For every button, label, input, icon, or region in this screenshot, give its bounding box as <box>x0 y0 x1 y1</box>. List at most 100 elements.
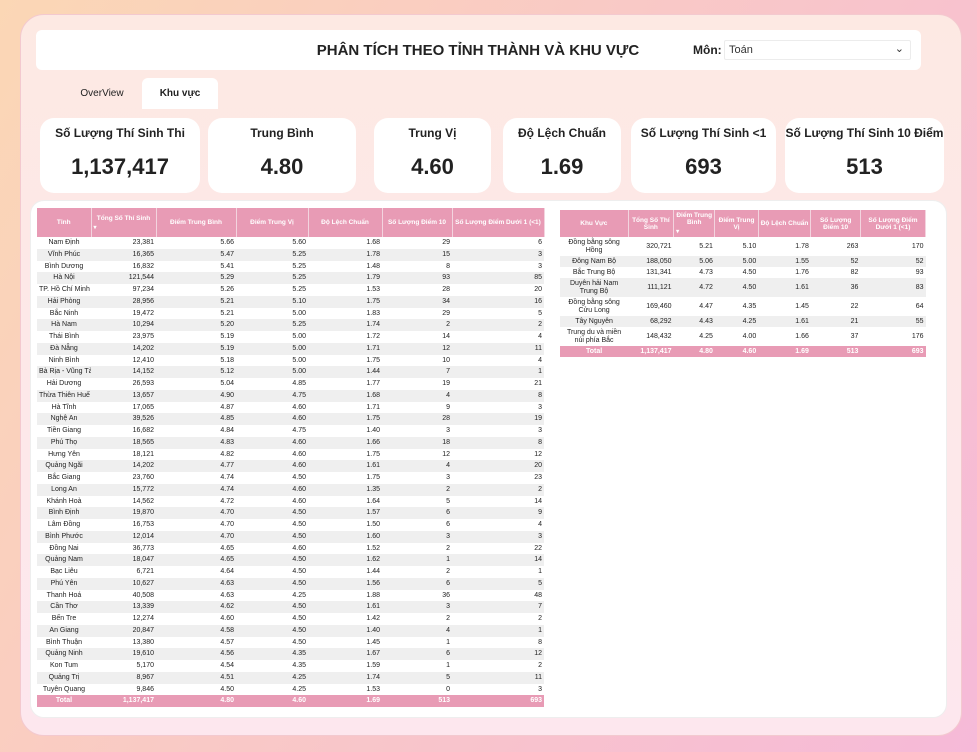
table-row[interactable]: Bình Phước 12,014 4.70 4.50 1.60 3 3 <box>37 530 544 543</box>
table-row[interactable]: Trung du và miền núi phía Bắc 148,432 4.25… <box>560 327 926 346</box>
table-row[interactable]: Tiền Giang 16,682 4.84 4.75 1.40 3 3 <box>37 425 544 437</box>
row-value-cell: 5.29 <box>156 272 236 284</box>
table-row[interactable]: Phú Yên 10,627 4.63 4.50 1.56 6 5 <box>37 577 544 590</box>
table-row[interactable]: Quảng Trị 8,967 4.51 4.25 1.74 5 11 <box>37 671 544 684</box>
table-row[interactable]: Hưng Yên 18,121 4.82 4.60 1.75 12 12 <box>37 449 544 461</box>
column-header[interactable]: Điểm Trung Bình <box>156 208 237 237</box>
subject-dropdown[interactable]: Toán ⌄ <box>724 40 911 60</box>
table-row[interactable]: Bình Dương 16,832 5.41 5.25 1.48 8 3 <box>37 261 544 273</box>
column-header-sorted[interactable]: Tổng Số Thí Sinh ▾ <box>91 208 157 237</box>
row-value-cell: 10,627 <box>91 577 156 590</box>
row-value-cell: 4.74 <box>220 474 234 481</box>
row-label-cell: Thái Bình <box>49 333 79 340</box>
table-row[interactable]: Nam Định 23,381 5.66 5.60 1.68 29 6 <box>37 237 544 249</box>
row-value-cell: 12,274 <box>132 615 154 622</box>
row-value-cell: 17,065 <box>132 403 154 411</box>
table-row[interactable]: Kon Tum 5,170 4.54 4.35 1.59 1 2 <box>37 660 544 672</box>
table-row[interactable]: Duyên hải Nam Trung Bộ 111,121 4.72 4.50 1.6… <box>560 278 926 297</box>
column-header[interactable]: Điểm Trung Vị <box>714 210 759 237</box>
row-value-cell: 1.83 <box>366 309 380 317</box>
row-value-cell: 14 <box>534 497 542 505</box>
table-row[interactable]: Hải Dương 26,593 5.04 4.85 1.77 19 21 <box>37 378 544 390</box>
table-row[interactable]: Bà Rịa - Vũng Tàu 14,152 5.12 5.00 1.44 7 1 <box>37 366 544 378</box>
row-value-cell: 12 <box>442 450 450 458</box>
row-value-cell: 1 <box>446 662 450 669</box>
row-value-cell: 18,121 <box>132 450 154 458</box>
table-row[interactable]: Tây Nguyên 68,292 4.43 4.25 1.61 21 55 <box>560 316 926 327</box>
table-row[interactable]: Hải Phòng 28,956 5.21 5.10 1.75 34 16 <box>37 295 544 308</box>
table-row[interactable]: Thừa Thiên Huế 13,657 4.90 4.75 1.68 4 8 <box>37 389 544 402</box>
table-row[interactable]: Đồng Nai 36,773 4.65 4.60 1.52 2 22 <box>37 543 544 555</box>
row-value-cell: 5 <box>452 577 544 590</box>
tab-overview[interactable]: OverView <box>66 78 138 109</box>
table-row[interactable]: Nghệ An 39,526 4.85 4.60 1.75 28 19 <box>37 413 544 425</box>
row-value-cell: 0 <box>446 685 450 693</box>
row-value-cell: 4.60 <box>292 544 306 552</box>
table-row[interactable]: Hà Nội 121,544 5.29 5.25 1.79 93 85 <box>37 272 544 284</box>
column-header[interactable]: Khu Vực <box>560 210 629 237</box>
table-row[interactable]: Khánh Hoà 14,562 4.72 4.60 1.64 5 14 <box>37 496 544 508</box>
row-value-cell: 14 <box>442 333 450 340</box>
column-header-sorted[interactable]: Điểm Trung Bình ▾ <box>673 210 716 237</box>
row-value-cell: 5,170 <box>136 662 154 669</box>
table-row[interactable]: Đà Nẵng 14,202 5.19 5.00 1.71 12 11 <box>37 342 544 355</box>
table-row[interactable]: Phú Thọ 18,565 4.83 4.60 1.66 18 8 <box>37 436 544 449</box>
row-value-cell: 3 <box>382 601 452 613</box>
row-value-cell: 9 <box>446 403 450 411</box>
row-value-cell: 1.78 <box>308 248 382 261</box>
table-row[interactable]: Long An 15,772 4.74 4.60 1.35 2 2 <box>37 483 544 496</box>
table-row[interactable]: Bình Định 19,870 4.70 4.50 1.57 6 9 <box>37 507 544 519</box>
row-value-cell: 4 <box>382 624 452 637</box>
tab-khu-vuc[interactable]: Khu vực <box>142 78 218 109</box>
table-row[interactable]: Bình Thuận 13,380 4.57 4.50 1.45 1 8 <box>37 637 544 649</box>
table-row[interactable]: Quảng Ngãi 14,202 4.77 4.60 1.61 4 20 <box>37 460 544 472</box>
row-value-cell: 14,562 <box>132 497 154 505</box>
table-row[interactable]: Đông Nam Bộ 188,050 5.06 5.00 1.55 52 52 <box>560 256 926 267</box>
table-row[interactable]: An Giang 20,847 4.58 4.50 1.40 4 1 <box>37 624 544 637</box>
column-header[interactable]: Độ Lệch Chuẩn <box>308 208 383 237</box>
row-value-cell: 5 <box>446 497 450 505</box>
table-row[interactable]: Bắc Trung Bộ 131,341 4.73 4.50 1.76 82 93 <box>560 267 926 278</box>
row-label-cell: Hải Dương <box>46 380 82 387</box>
table-row[interactable]: Hà Nam 10,294 5.20 5.25 1.74 2 2 <box>37 319 544 331</box>
table-row[interactable]: Cần Thơ 13,339 4.62 4.50 1.61 3 7 <box>37 601 544 613</box>
table-row[interactable]: Đồng bằng sông Hồng 320,721 5.21 5.10 1.78 26… <box>560 237 926 256</box>
table-row[interactable]: Bạc Liêu 6,721 4.64 4.50 1.44 2 1 <box>37 566 544 578</box>
table-row[interactable]: Bến Tre 12,274 4.60 4.50 1.42 2 2 <box>37 613 544 625</box>
column-header[interactable]: Số Lượng Điểm Dưới 1 (<1) <box>860 210 927 237</box>
table-row[interactable]: TP. Hồ Chí Minh 97,234 5.26 5.25 1.53 28 20 <box>37 284 544 296</box>
row-value-cell: 4.72 <box>673 278 715 297</box>
table-row[interactable]: Đồng bằng sông Cửu Long 169,460 4.47 4.35 1.… <box>560 297 926 316</box>
column-header[interactable]: Số Lượng Điểm 10 <box>382 208 453 237</box>
table-row[interactable]: Tuyên Quang 9,846 4.50 4.25 1.53 0 3 <box>37 684 544 696</box>
table-row[interactable]: Lâm Đồng 16,753 4.70 4.50 1.50 6 4 <box>37 519 544 531</box>
table-row[interactable]: Bắc Ninh 19,472 5.21 5.00 1.83 29 5 <box>37 308 544 320</box>
column-header[interactable]: Tỉnh <box>37 208 92 237</box>
row-value-cell: 18,565 <box>91 436 156 449</box>
row-label-cell: Phú Thọ <box>37 436 91 449</box>
column-header[interactable]: Số Lượng Điểm Dưới 1 (<1) <box>452 208 545 237</box>
table-row[interactable]: Thái Bình 23,975 5.19 5.00 1.72 14 4 <box>37 331 544 343</box>
table-row[interactable]: Thanh Hoá 40,508 4.63 4.25 1.88 36 48 <box>37 590 544 602</box>
table-row[interactable]: Ninh Bình 12,410 5.18 5.00 1.75 10 4 <box>37 355 544 367</box>
column-header[interactable]: Độ Lệch Chuẩn <box>758 210 812 237</box>
row-value-cell: 5.19 <box>156 342 236 355</box>
row-value-cell: 4.50 <box>292 615 306 622</box>
kpi-card-ten-points: Số Lượng Thí Sinh 10 Điểm 513 <box>785 118 944 193</box>
row-value-cell: 4.75 <box>292 427 306 434</box>
row-label-cell: Bắc Giang <box>47 474 81 481</box>
table-row[interactable]: Quảng Ninh 19,610 4.56 4.35 1.67 6 12 <box>37 648 544 660</box>
column-header[interactable]: Số Lượng Điểm 10 <box>810 210 861 237</box>
table-row[interactable]: Hà Tĩnh 17,065 4.87 4.60 1.71 9 3 <box>37 402 544 414</box>
column-header[interactable]: Điểm Trung Vị <box>236 208 309 237</box>
row-value-cell: 4.72 <box>220 497 234 505</box>
table-row[interactable]: Vĩnh Phúc 16,365 5.47 5.25 1.78 15 3 <box>37 248 544 261</box>
row-value-cell: 93 <box>382 272 452 284</box>
column-header[interactable]: Tổng Số Thí Sinh <box>628 210 675 237</box>
table-row[interactable]: Bắc Giang 23,760 4.74 4.50 1.75 3 23 <box>37 472 544 484</box>
row-value-cell: 1.59 <box>366 662 380 669</box>
row-value-cell: 4.56 <box>156 648 236 660</box>
row-label-cell: Tiền Giang <box>47 427 81 434</box>
table-row[interactable]: Quảng Nam 18,047 4.65 4.50 1.62 1 14 <box>37 554 544 566</box>
row-value-cell: 2 <box>382 319 452 331</box>
